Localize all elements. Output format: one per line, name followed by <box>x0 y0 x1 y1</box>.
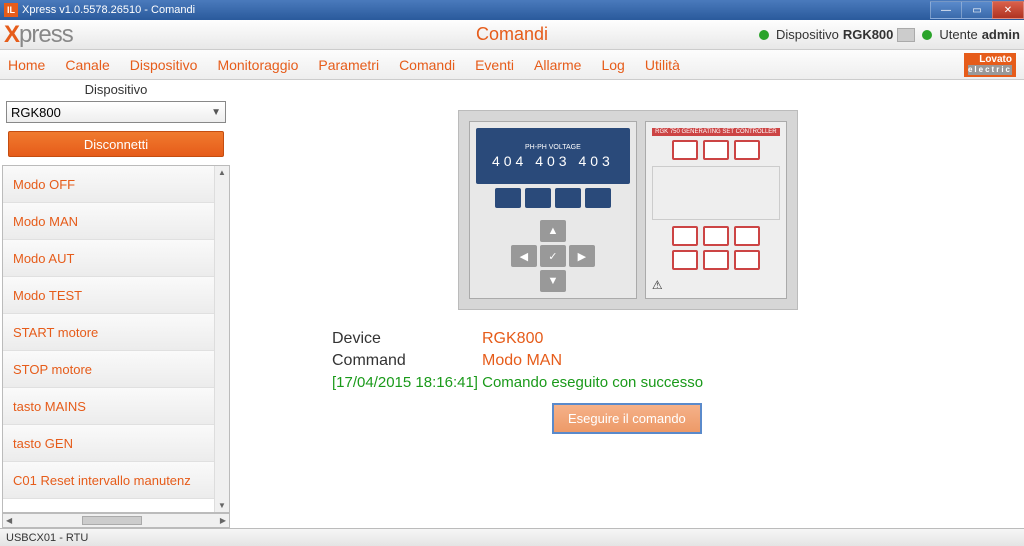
nav-parametri[interactable]: Parametri <box>318 57 379 73</box>
sidebar-title: Dispositivo <box>0 80 232 99</box>
maximize-button[interactable]: ▭ <box>961 1 993 19</box>
warning-icon: ⚠ <box>652 278 780 292</box>
nav-comandi[interactable]: Comandi <box>399 57 455 73</box>
disconnect-button[interactable]: Disconnetti <box>8 131 224 157</box>
vendor-logo: Lovato electric <box>964 53 1016 77</box>
cmd-modo-off[interactable]: Modo OFF <box>3 166 229 203</box>
user-value: admin <box>982 27 1020 42</box>
arrow-down-icon: ▼ <box>540 270 566 292</box>
check-icon: ✓ <box>540 245 566 267</box>
chevron-down-icon: ▼ <box>211 107 221 118</box>
device-combo-value: RGK800 <box>11 105 61 120</box>
device-lcd-panel: PH-PH VOLTAGE 404 403 403 ▲ ◀✓▶ ▼ <box>469 121 637 299</box>
arrow-right-icon: ▶ <box>569 245 595 267</box>
cmd-stop-motore[interactable]: STOP motore <box>3 351 229 388</box>
window-titlebar: IL Xpress v1.0.5578.26510 - Comandi — ▭ … <box>0 0 1024 20</box>
nav-home[interactable]: Home <box>8 57 45 73</box>
lcd-screen: PH-PH VOLTAGE 404 403 403 <box>476 128 630 184</box>
nav-allarme[interactable]: Allarme <box>534 57 581 73</box>
app-icon: IL <box>4 3 18 17</box>
command-list: Modo OFF Modo MAN Modo AUT Modo TEST STA… <box>2 165 230 513</box>
device-value: RGK800 <box>843 27 894 42</box>
cmd-modo-aut[interactable]: Modo AUT <box>3 240 229 277</box>
device-keypad-panel: RGK 750 GENERATING SET CONTROLLER ⚠ <box>645 121 787 299</box>
minimize-button[interactable]: — <box>930 1 962 19</box>
app-header: Xpress Comandi Dispositivo RGK800 Utente… <box>0 20 1024 50</box>
cmd-c01-reset[interactable]: C01 Reset intervallo manutenz <box>3 462 229 499</box>
app-brand: Xpress <box>4 21 73 49</box>
list-h-scrollbar[interactable]: ◀▶ <box>2 513 230 528</box>
cmd-modo-man[interactable]: Modo MAN <box>3 203 229 240</box>
user-status-dot <box>922 30 932 40</box>
command-details: Device RGK800 Command Modo MAN [17/04/20… <box>332 330 984 434</box>
nav-monitoraggio[interactable]: Monitoraggio <box>217 57 298 73</box>
device-chip[interactable] <box>897 28 915 42</box>
nav-eventi[interactable]: Eventi <box>475 57 514 73</box>
cmd-tasto-gen[interactable]: tasto GEN <box>3 425 229 462</box>
close-button[interactable]: ✕ <box>992 1 1024 19</box>
device-image: PH-PH VOLTAGE 404 403 403 ▲ ◀✓▶ ▼ RGK 75… <box>458 110 798 310</box>
list-scrollbar[interactable] <box>214 166 229 512</box>
detail-device-value: RGK800 <box>482 330 543 348</box>
page-title: Comandi <box>476 24 548 45</box>
detail-command-label: Command <box>332 352 422 370</box>
sidebar: Dispositivo RGK800 ▼ Disconnetti Modo OF… <box>0 80 232 528</box>
nav-utilita[interactable]: Utilità <box>645 57 680 73</box>
status-text: USBCX01 - RTU <box>6 532 88 544</box>
cmd-tasto-mains[interactable]: tasto MAINS <box>3 388 229 425</box>
main-nav: Home Canale Dispositivo Monitoraggio Par… <box>0 50 1024 80</box>
nav-log[interactable]: Log <box>601 57 624 73</box>
success-message: [17/04/2015 18:16:41] Comando eseguito c… <box>332 374 984 391</box>
device-status-dot <box>759 30 769 40</box>
window-controls: — ▭ ✕ <box>931 1 1024 19</box>
status-bar: USBCX01 - RTU <box>0 528 1024 546</box>
header-status: Dispositivo RGK800 Utente admin <box>756 27 1020 42</box>
arrow-left-icon: ◀ <box>511 245 537 267</box>
arrow-up-icon: ▲ <box>540 220 566 242</box>
device-combo[interactable]: RGK800 ▼ <box>6 101 226 123</box>
window-title: Xpress v1.0.5578.26510 - Comandi <box>22 4 195 16</box>
cmd-start-motore[interactable]: START motore <box>3 314 229 351</box>
detail-command-value: Modo MAN <box>482 352 562 370</box>
main-panel: PH-PH VOLTAGE 404 403 403 ▲ ◀✓▶ ▼ RGK 75… <box>232 80 1024 528</box>
device-label: Dispositivo <box>776 27 839 42</box>
cmd-modo-test[interactable]: Modo TEST <box>3 277 229 314</box>
execute-command-button[interactable]: Eseguire il comando <box>552 403 702 434</box>
nav-dispositivo[interactable]: Dispositivo <box>130 57 198 73</box>
user-label: Utente <box>939 27 977 42</box>
nav-canale[interactable]: Canale <box>65 57 109 73</box>
detail-device-label: Device <box>332 330 422 348</box>
